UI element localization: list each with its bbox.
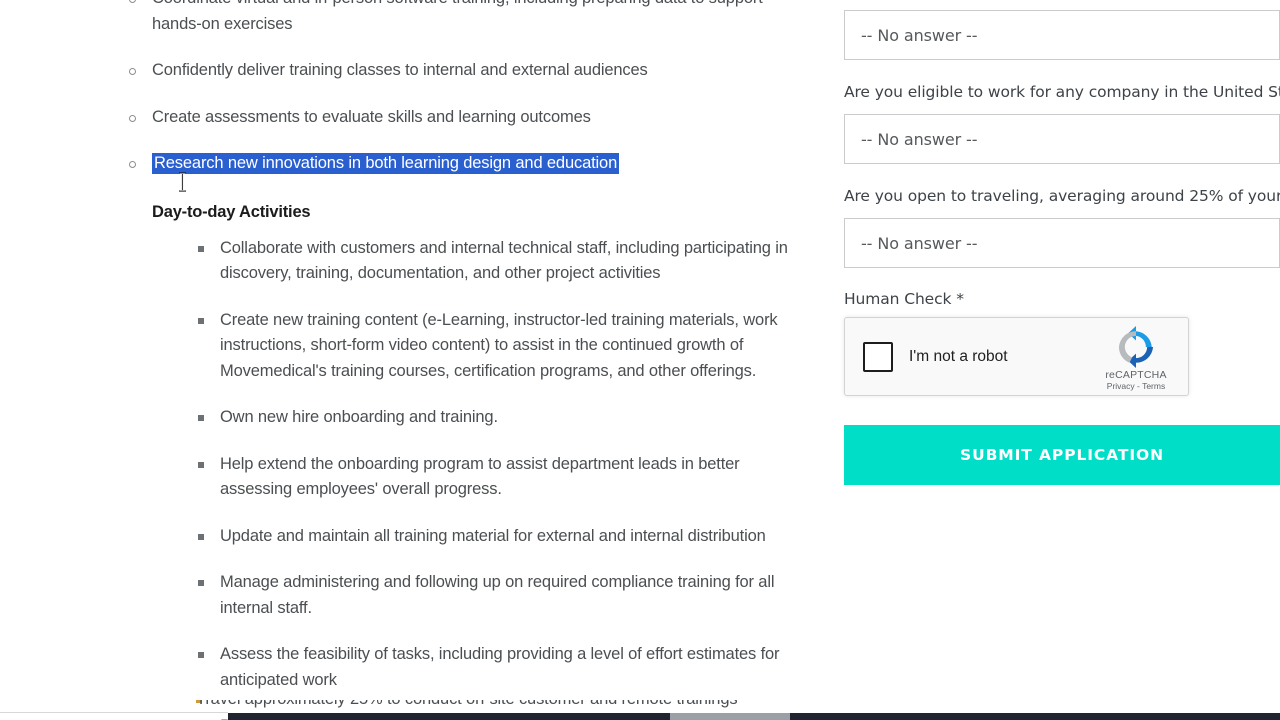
application-form-column: industry with a specific focus on softwa…	[844, 0, 1280, 485]
activities-list: Collaborate with customers and internal …	[128, 236, 800, 720]
list-item: Assess the feasibility of tasks, includi…	[196, 642, 800, 693]
list-item-selected: Research new innovations in both learnin…	[128, 151, 800, 177]
activity-text: Collaborate with customers and internal …	[220, 238, 788, 283]
list-item: Update and maintain all training materia…	[196, 524, 800, 550]
form-question-3: Are you open to traveling, averaging aro…	[844, 184, 1280, 268]
select-value: -- No answer --	[861, 233, 978, 253]
responsibility-text: Create assessments to evaluate skills an…	[152, 107, 591, 126]
list-item: Coordinate virtual and in-person softwar…	[128, 0, 800, 37]
recaptcha-brand-name: reCAPTCHA	[1105, 369, 1167, 381]
human-check-label: Human Check *	[844, 290, 1280, 308]
recaptcha-logo-icon	[1118, 326, 1154, 368]
human-check-text: Human Check	[844, 290, 952, 308]
select-value: -- No answer --	[861, 25, 978, 45]
list-item: Own new hire onboarding and training.	[196, 405, 800, 431]
section-heading-activities: Day-to-day Activities	[152, 202, 311, 221]
form-question-1: industry with a specific focus on softwa…	[844, 0, 1280, 60]
list-item: Manage administering and following up on…	[196, 570, 800, 621]
submit-application-button[interactable]: SUBMIT APPLICATION	[844, 425, 1280, 485]
industry-focus-select[interactable]: -- No answer --	[844, 10, 1280, 60]
list-item: Create new training content (e-Learning,…	[196, 308, 800, 385]
recaptcha-legal-links[interactable]: Privacy - Terms	[1093, 381, 1179, 391]
question-label: Are you open to traveling, averaging aro…	[844, 184, 1280, 209]
job-description-column: Coordinate virtual and in-person softwar…	[0, 0, 820, 720]
taskbar-active-item[interactable]	[670, 713, 790, 720]
clipped-list-item: Travel approximately 25% to conduct on-s…	[150, 700, 830, 712]
activity-text: Help extend the onboarding program to as…	[220, 454, 740, 499]
select-value: -- No answer --	[861, 129, 978, 149]
recaptcha-checkbox[interactable]	[863, 341, 893, 372]
work-eligibility-select[interactable]: -- No answer --	[844, 114, 1280, 164]
recaptcha-widget[interactable]: I'm not a robot reCAPTCHA Privacy - Term…	[844, 317, 1189, 396]
form-question-2: Are you eligible to work for any company…	[844, 80, 1280, 164]
activity-text: Manage administering and following up on…	[220, 573, 775, 617]
taskbar-strip[interactable]	[228, 713, 1280, 720]
selected-text-highlight: Research new innovations in both learnin…	[152, 153, 620, 174]
window-bottom-edge	[0, 712, 228, 713]
required-asterisk: *	[956, 290, 964, 308]
activity-text: Create new training content (e-Learning,…	[220, 310, 778, 380]
clipped-activity-text: Travel approximately 25% to conduct on-s…	[150, 700, 830, 712]
responsibilities-list: Coordinate virtual and in-person softwar…	[128, 0, 800, 177]
responsibility-text: Confidently deliver training classes to …	[152, 61, 648, 79]
page-canvas: Coordinate virtual and in-person softwar…	[0, 0, 1280, 720]
recaptcha-checkbox-label: I'm not a robot	[909, 347, 1008, 365]
question-text: Are you open to traveling, averaging aro…	[844, 187, 1280, 205]
activity-text: Assess the feasibility of tasks, includi…	[220, 645, 780, 689]
responsibility-text: Coordinate virtual and in-person softwar…	[152, 0, 763, 33]
question-label: industry with a specific focus on softwa…	[844, 0, 1280, 1]
list-item: Collaborate with customers and internal …	[196, 236, 800, 287]
list-item: Help extend the onboarding program to as…	[196, 452, 800, 503]
list-item: Create assessments to evaluate skills an…	[128, 105, 800, 131]
activity-text: Own new hire onboarding and training.	[220, 408, 498, 426]
list-item: Confidently deliver training classes to …	[128, 58, 800, 84]
question-text: Are you eligible to work for any company…	[844, 83, 1280, 101]
travel-willingness-select[interactable]: -- No answer --	[844, 218, 1280, 268]
recaptcha-branding: reCAPTCHA Privacy - Terms	[1093, 326, 1179, 391]
question-label: Are you eligible to work for any company…	[844, 80, 1280, 105]
activity-text: Update and maintain all training materia…	[220, 526, 766, 545]
